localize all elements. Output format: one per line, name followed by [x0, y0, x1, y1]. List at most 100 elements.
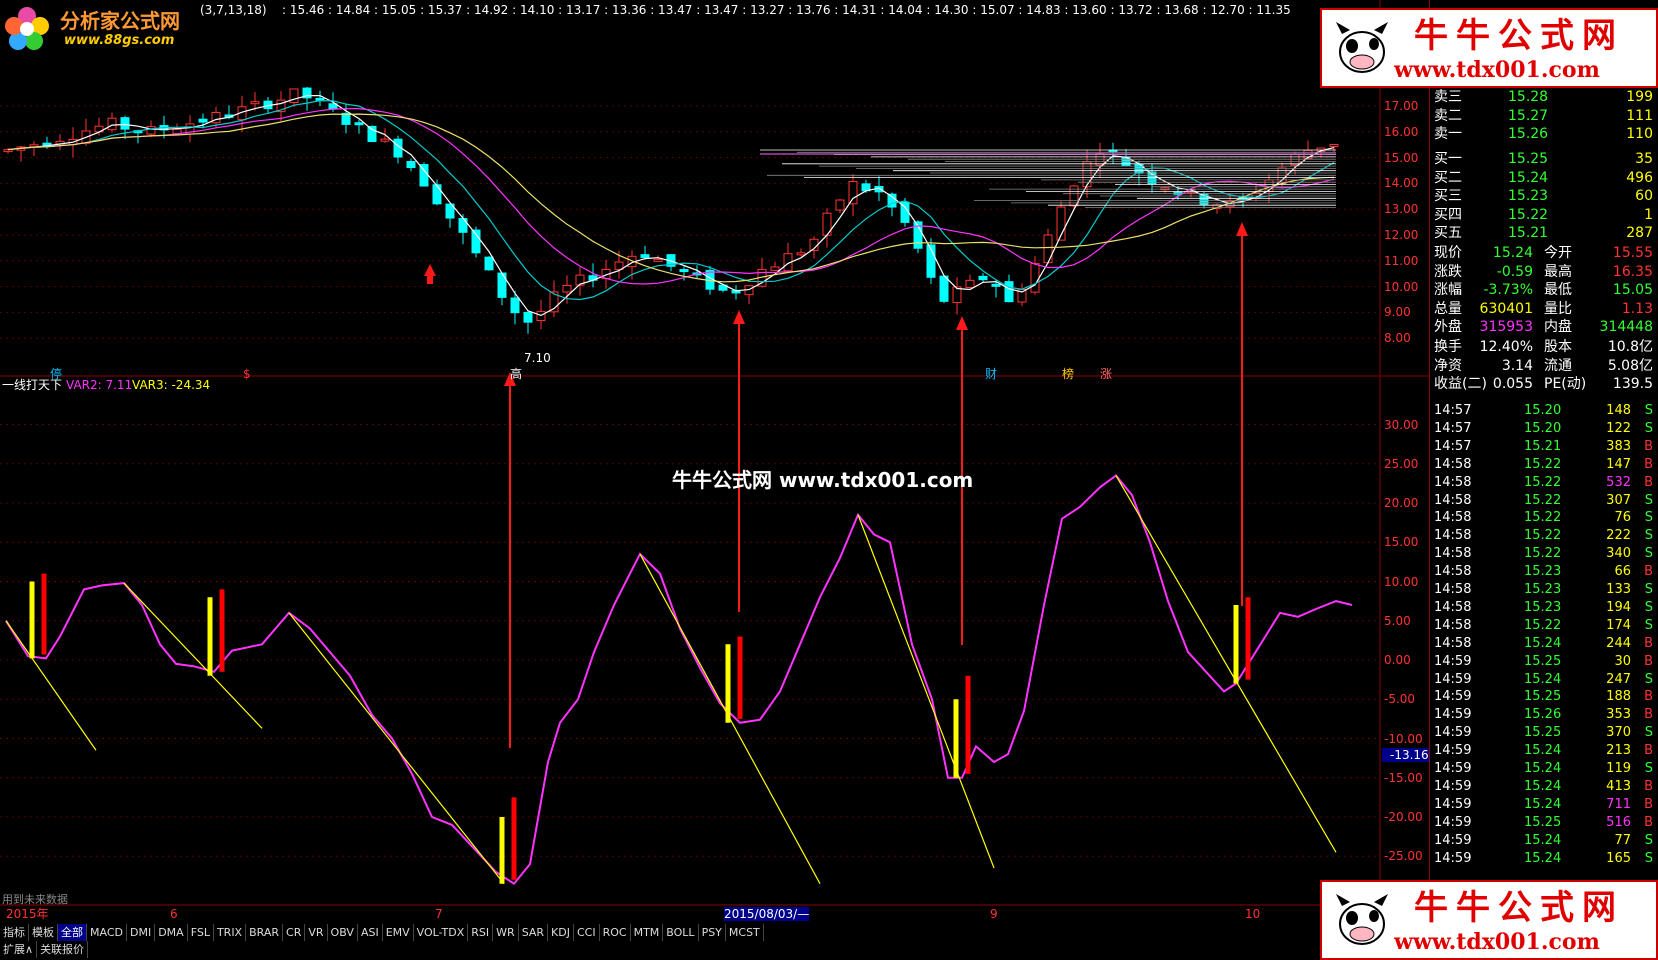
tick-price: 15.21: [1524, 438, 1562, 454]
ask-row: 卖三 15.28 199: [1432, 88, 1657, 106]
order-book-volume: 35: [1635, 151, 1653, 167]
tick-side: B: [1644, 564, 1653, 580]
ask-row: 卖一 15.26 110: [1432, 125, 1657, 143]
indicator-tab[interactable]: BRAR: [246, 924, 284, 941]
tick-time: 14:59: [1434, 761, 1472, 776]
order-book-label: 买三: [1434, 188, 1462, 204]
order-book-label: 买一: [1434, 151, 1462, 167]
indicator-tab[interactable]: EMV: [383, 924, 414, 941]
tick-volume: 340: [1606, 546, 1631, 562]
indicator-tab[interactable]: OBV: [328, 924, 358, 941]
price-tick-label: 9.00: [1384, 305, 1411, 320]
tick-time: 14:59: [1434, 689, 1472, 705]
tick-row: 14:58 15.22 340 S: [1432, 545, 1657, 563]
indicator-tab[interactable]: MTM: [631, 924, 664, 941]
indicator-tab[interactable]: RSI: [468, 924, 494, 941]
tick-time: 14:59: [1434, 707, 1472, 723]
indicator-tab[interactable]: CR: [283, 924, 306, 941]
tick-price: 15.22: [1524, 456, 1562, 472]
tick-row: 14:57 15.20 148 S: [1432, 402, 1657, 420]
tick-time: 14:59: [1434, 814, 1472, 830]
indicator-tab[interactable]: ROC: [600, 924, 631, 941]
candle-body: [523, 311, 533, 323]
indicator-tab[interactable]: DMA: [155, 924, 188, 941]
tick-volume: 222: [1606, 528, 1631, 544]
ad-banner-bottom[interactable]: 牛牛公式网 www.tdx001.com: [1320, 880, 1658, 960]
tick-time: 14:58: [1434, 599, 1472, 615]
indicator-tab[interactable]: VOL-TDX: [414, 924, 469, 941]
tick-volume: 165: [1606, 850, 1631, 866]
tick-price: 15.24: [1524, 832, 1562, 848]
tick-row: 14:58 15.23 133 S: [1432, 581, 1657, 599]
order-book-price: 15.24: [1508, 169, 1549, 186]
indicator-tab[interactable]: BOLL: [663, 924, 699, 941]
indicator-tab[interactable]: WR: [493, 924, 519, 941]
candle-body: [107, 117, 117, 131]
candle-body: [952, 286, 962, 304]
candle-body: [1004, 281, 1014, 303]
order-book-volume: 111: [1626, 107, 1653, 124]
stat-label: 涨幅: [1434, 282, 1462, 298]
tick-time: 14:58: [1434, 635, 1472, 651]
stat-value: 139.5: [1612, 376, 1653, 392]
tick-time: 14:58: [1434, 456, 1472, 472]
indicator-tick-label: 30.00: [1384, 417, 1419, 432]
bottom-toolbar[interactable]: 扩展∧ 关联报价: [0, 941, 1320, 958]
candle-body: [835, 199, 845, 211]
ad-banner-top[interactable]: 牛牛公式网 www.tdx001.com: [1320, 8, 1658, 88]
indicator-tab[interactable]: 模板: [29, 924, 58, 941]
indicator-tab[interactable]: KDJ: [548, 924, 574, 941]
indicator-tab[interactable]: FSL: [188, 924, 214, 941]
indicator-tick-label: 5.00: [1384, 613, 1411, 628]
indicator-tick-label: 0.00: [1384, 653, 1411, 667]
bottom-toolbar-button[interactable]: 关联报价: [37, 941, 89, 958]
tick-volume: 413: [1606, 778, 1631, 794]
stat-value: 3.14: [1501, 357, 1533, 374]
bid-row: 买四 15.22 1: [1432, 206, 1657, 224]
order-book-label: 买四: [1434, 206, 1462, 223]
low-price-label: 7.10: [524, 351, 551, 365]
tick-side: B: [1644, 814, 1653, 830]
tick-row: 14:58 15.22 174 S: [1432, 617, 1657, 635]
candle-body: [510, 297, 520, 314]
indicator-tab[interactable]: DMI: [127, 924, 156, 941]
candle-body: [653, 258, 663, 262]
stat-value: 315953: [1479, 319, 1533, 335]
tick-time: 14:59: [1434, 743, 1472, 759]
tick-price: 15.25: [1524, 814, 1562, 830]
bottom-toolbar-button[interactable]: 扩展∧: [0, 941, 38, 958]
tick-volume: 383: [1606, 438, 1631, 454]
stat-value: 5.08亿: [1607, 357, 1653, 374]
indicator-tick-label: -10.00: [1384, 731, 1423, 746]
indicator-tab[interactable]: ASI: [358, 924, 383, 941]
indicator-tab[interactable]: TRIX: [214, 924, 247, 941]
indicator-tick-label: -25.00: [1384, 849, 1423, 864]
red-up-arrow-icon: [427, 276, 433, 284]
indicator-tab[interactable]: PSY: [699, 924, 726, 941]
candle-body: [640, 254, 650, 259]
candle-body: [367, 125, 377, 143]
tick-time: 14:58: [1434, 582, 1472, 597]
stat-value: 16.35: [1612, 263, 1653, 280]
indicator-toolbar[interactable]: 指标 模板 全部 MACD DMI DMA FSL TRIX BRAR CR VR OBV ASI EMV…: [0, 924, 1320, 941]
tick-side: S: [1644, 832, 1653, 848]
indicator-tab[interactable]: CCI: [574, 924, 600, 941]
indicator-tab[interactable]: MCST: [726, 924, 764, 941]
red-arrow-head-icon: [733, 310, 745, 324]
stat-label: 最低: [1544, 282, 1572, 298]
indicator-tab[interactable]: SAR: [519, 924, 549, 941]
indicator-tab[interactable]: MACD: [87, 924, 127, 941]
tick-price: 15.24: [1524, 761, 1562, 776]
stat-value: -3.73%: [1483, 282, 1533, 298]
event-marker: 榜: [1062, 367, 1075, 381]
tick-volume: 147: [1606, 456, 1631, 472]
tick-row: 14:59 15.24 165 S: [1432, 850, 1657, 868]
candle-body: [380, 138, 390, 142]
indicator-tab[interactable]: 全部: [58, 924, 87, 941]
indicator-tab[interactable]: 指标: [0, 924, 29, 941]
tick-side: B: [1644, 474, 1653, 490]
stat-value: 15.24: [1492, 245, 1533, 261]
tick-row: 14:59 15.24 413 B: [1432, 778, 1657, 796]
candle-body: [1043, 234, 1053, 264]
indicator-tab[interactable]: VR: [305, 924, 328, 941]
